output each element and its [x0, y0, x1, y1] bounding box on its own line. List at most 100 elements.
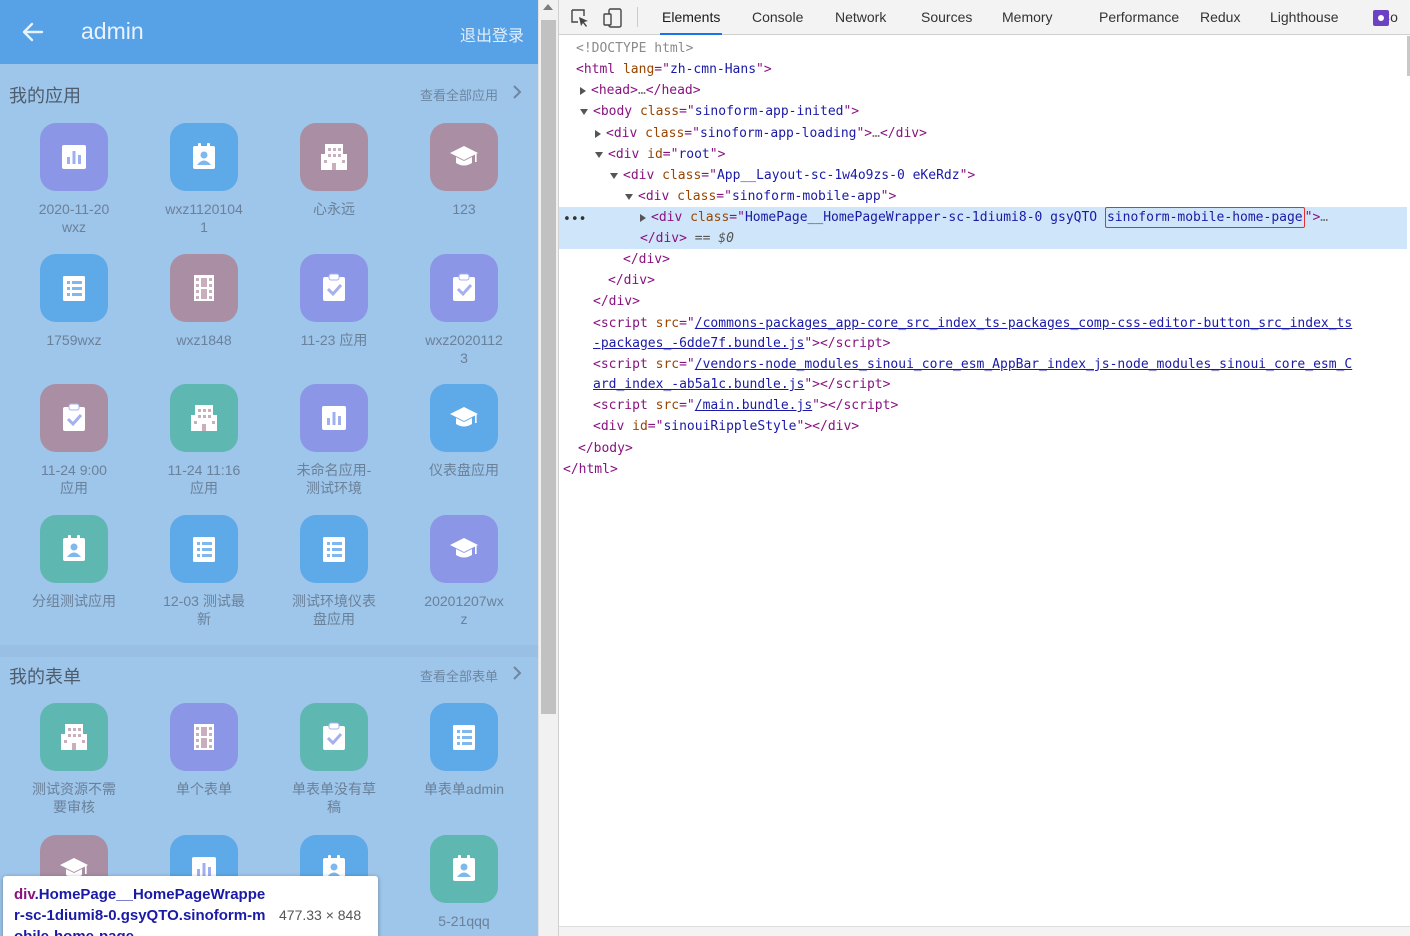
dom-loading-node[interactable]: <div class="sinoform-app-loading">…</div… — [559, 123, 1407, 144]
dom-root-node[interactable]: <div id="root"> — [559, 144, 1407, 165]
contact-card-icon — [430, 835, 498, 903]
dom-tree: <!DOCTYPE html> <html lang="zh-cmn-Hans"… — [559, 36, 1407, 926]
graduation-cap-icon — [430, 514, 498, 583]
building-icon — [170, 384, 238, 452]
tile-label: 单表单admin — [423, 781, 505, 797]
back-arrow-icon[interactable] — [22, 20, 44, 44]
building-icon — [40, 703, 108, 771]
contact-card-icon — [170, 123, 238, 191]
app-bar: admin 退出登录 — [0, 0, 538, 64]
dom-body-node[interactable]: <body class="sinoform-app-inited"> — [559, 101, 1407, 122]
highlighted-class-token: sinoform-mobile-home-page — [1104, 207, 1305, 228]
collapse-arrow-icon[interactable] — [610, 172, 618, 179]
view-all-forms-link[interactable]: 查看全部表单 — [420, 666, 498, 685]
clipboard-check-icon — [300, 253, 368, 322]
tile-label: 未命名应用- 测试环境 — [296, 462, 372, 496]
devtools-panel: Elements Console Network Sources Memory Perfo… — [558, 0, 1410, 936]
tab-console[interactable]: Console — [750, 0, 805, 35]
tile-label: 11-24 9:00 应用 — [41, 462, 107, 496]
tooltip-dimensions: 477.33 × 848 — [279, 907, 362, 923]
expand-arrow-icon[interactable] — [595, 129, 601, 138]
tile-label: 2020-11-20 wxz — [38, 201, 110, 235]
forms-section-title: 我的表单 — [9, 667, 81, 687]
clipboard-check-icon — [300, 703, 368, 771]
contact-card-icon — [40, 514, 108, 583]
tooltip-selector: div.HomePage__HomePageWrapper-sc-1diumi8… — [14, 884, 269, 936]
list-document-icon — [300, 514, 368, 583]
app-scrollbar[interactable] — [538, 0, 558, 936]
tab-memory[interactable]: Memory — [1000, 0, 1055, 35]
dom-head-node[interactable]: <head>…</head> — [559, 80, 1407, 101]
tab-performance[interactable]: Performance — [1097, 0, 1181, 35]
tile-label: 5-21qqq — [438, 913, 490, 929]
redux-extension-icon[interactable] — [1371, 8, 1391, 28]
tile-label: 单个表单 — [176, 781, 232, 797]
dom-script-2-cont[interactable]: ard_index_-ab5a1c.bundle.js"></script> — [559, 374, 1407, 395]
list-document-icon — [40, 253, 108, 322]
chevron-right-icon[interactable] — [512, 665, 522, 681]
dom-script-3[interactable]: <script src="/main.bundle.js"></script> — [559, 395, 1407, 416]
dom-doctype: <!DOCTYPE html> — [576, 41, 694, 56]
collapse-arrow-icon[interactable] — [625, 193, 633, 200]
dom-selected-node[interactable]: <div class="HomePage__HomePageWrapper-sc… — [559, 207, 1407, 249]
device-toolbar-icon[interactable] — [603, 8, 623, 28]
building-icon — [300, 123, 368, 191]
expand-arrow-icon[interactable] — [580, 86, 586, 95]
apps-section-title: 我的应用 — [9, 86, 81, 106]
dom-close-root: </div> — [593, 294, 640, 309]
dom-script-2[interactable]: <script src="/vendors-node_modules_sinou… — [559, 354, 1407, 375]
tile-label: 123 — [452, 201, 476, 217]
tile-label: 11-23 应用 — [300, 331, 368, 348]
list-document-icon — [430, 703, 498, 771]
view-all-apps-link[interactable]: 查看全部应用 — [420, 85, 498, 104]
tab-sources[interactable]: Sources — [919, 0, 974, 35]
more-actions-dots-icon[interactable]: ••• — [563, 212, 586, 227]
tab-lighthouse[interactable]: Lighthouse — [1268, 0, 1341, 35]
collapse-arrow-icon[interactable] — [580, 108, 588, 115]
tab-redux[interactable]: Redux — [1198, 0, 1242, 35]
tile-label: 1759wxz — [46, 331, 102, 348]
toolbar-divider — [637, 7, 638, 27]
scrollbar-thumb[interactable] — [541, 20, 556, 714]
logout-button[interactable]: 退出登录 — [460, 22, 524, 46]
element-inspect-tooltip: div.HomePage__HomePageWrapper-sc-1diumi8… — [3, 876, 378, 936]
inspect-element-icon[interactable] — [570, 8, 590, 28]
clipboard-check-icon — [40, 384, 108, 452]
dom-layout-node[interactable]: <div class="App__Layout-sc-1w4o9zs-0 eKe… — [559, 165, 1407, 186]
devtools-horizontal-scrollbar[interactable] — [559, 926, 1410, 936]
mobile-app-preview: admin 退出登录 我的应用 查看全部应用 2020-11-20 wxz wxz1… — [0, 0, 538, 936]
clipboard-check-icon — [430, 253, 498, 322]
chart-icon — [300, 384, 368, 452]
film-icon — [170, 703, 238, 771]
list-document-icon — [170, 514, 238, 583]
tab-network[interactable]: Network — [833, 0, 888, 35]
dom-html-open[interactable]: <html lang="zh-cmn-Hans"> — [559, 59, 1407, 80]
tooltip-tag: div — [14, 886, 35, 903]
collapse-arrow-icon[interactable] — [595, 151, 603, 158]
tile-label: 分组测试应用 — [32, 592, 116, 609]
dom-close-html: </html> — [563, 462, 618, 477]
tooltip-classes: .HomePage__HomePageWrapper-sc-1diumi8-0.… — [14, 886, 266, 936]
expand-arrow-icon[interactable] — [640, 213, 646, 222]
chevron-right-icon[interactable] — [512, 84, 522, 100]
dom-close-mobile-app: </div> — [623, 252, 670, 267]
film-icon — [170, 253, 238, 322]
apps-section-header: 我的应用 查看全部应用 — [0, 74, 538, 114]
tile-label: 心永远 — [313, 201, 355, 217]
tile-label: 测试环境仪表 盘应用 — [292, 592, 376, 627]
scroll-up-arrow-icon[interactable] — [543, 4, 553, 10]
app-title: admin — [81, 18, 144, 44]
tile-label: 仪表盘应用 — [429, 462, 499, 478]
tile-label: 20201207wx z — [424, 592, 504, 627]
tile-label: 11-24 11:16 应用 — [167, 462, 241, 496]
dom-mobile-app-node[interactable]: <div class="sinoform-mobile-app"> — [559, 186, 1407, 207]
tab-elements[interactable]: Elements — [660, 0, 723, 35]
tile-label: 单表单没有草稿 — [292, 781, 376, 815]
tile-label: wxz1848 — [176, 331, 232, 348]
dom-ripple-node[interactable]: <div id="sinouiRippleStyle"></div> — [559, 416, 1407, 437]
dom-script-1[interactable]: <script src="/commons-packages_app-core_… — [559, 313, 1407, 334]
dom-close-body: </body> — [578, 441, 633, 456]
dom-script-1-cont[interactable]: -packages_-6dde7f.bundle.js"></script> — [559, 333, 1407, 354]
dom-close-layout: </div> — [608, 273, 655, 288]
tile-label: wxz2020112 3 — [425, 331, 503, 366]
